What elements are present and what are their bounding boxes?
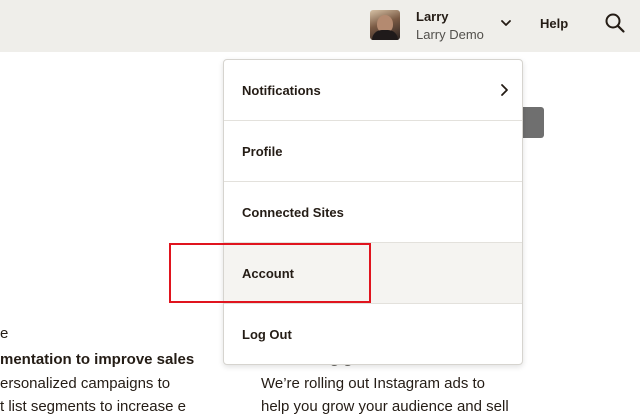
account-dropdown-menu: Notifications Profile Connected Sites Ac… — [223, 59, 523, 365]
menu-item-profile[interactable]: Profile — [224, 121, 522, 182]
background-body-line: We’re rolling out Instagram ads to — [261, 375, 485, 392]
top-navigation-bar: Larry Larry Demo Help — [0, 0, 640, 52]
background-body-line: t list segments to increase e — [0, 398, 186, 415]
menu-item-log-out[interactable]: Log Out — [224, 304, 522, 364]
menu-item-account[interactable]: Account — [224, 243, 522, 304]
menu-item-label: Connected Sites — [242, 204, 344, 220]
account-name[interactable]: Larry Demo — [416, 27, 484, 42]
background-button[interactable] — [520, 107, 544, 138]
background-headline: mentation to improve sales — [0, 351, 195, 368]
chevron-down-icon[interactable] — [500, 17, 512, 29]
chevron-right-icon — [501, 84, 508, 96]
menu-item-label: Profile — [242, 143, 283, 159]
user-name[interactable]: Larry — [416, 9, 449, 24]
background-body-line: ersonalized campaigns to — [0, 375, 171, 392]
menu-item-label: Account — [242, 265, 294, 281]
menu-item-label: Log Out — [242, 327, 292, 342]
search-icon[interactable] — [604, 12, 626, 34]
avatar[interactable] — [370, 10, 400, 40]
help-link[interactable]: Help — [540, 16, 568, 31]
menu-item-notifications[interactable]: Notifications — [224, 60, 522, 121]
background-body-line: help you grow your audience and sell — [261, 398, 509, 415]
menu-item-label: Notifications — [242, 82, 321, 98]
menu-item-connected-sites[interactable]: Connected Sites — [224, 182, 522, 243]
background-heading-fragment: e — [0, 325, 9, 342]
avatar-shirt — [372, 30, 398, 40]
